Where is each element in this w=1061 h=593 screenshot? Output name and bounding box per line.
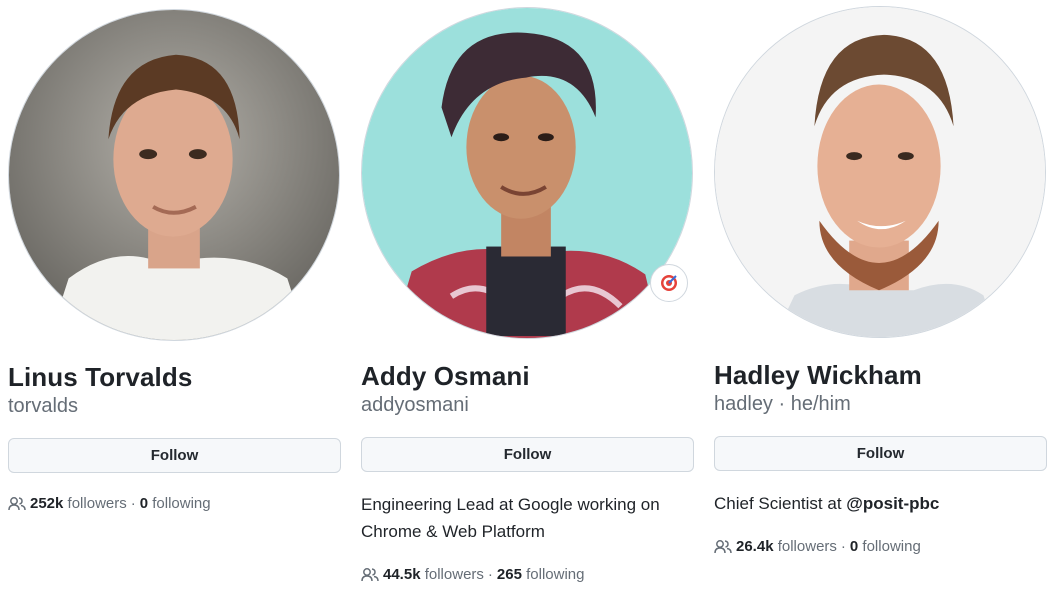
followers-link[interactable]: 44.5k followers bbox=[383, 566, 484, 583]
people-icon bbox=[8, 496, 26, 510]
profile-handle: hadley · he/him bbox=[714, 393, 851, 416]
following-count: 265 bbox=[496, 566, 522, 583]
profile-name[interactable]: Addy Osmani bbox=[361, 361, 530, 392]
following-count: 0 bbox=[849, 538, 859, 555]
pronouns: he/him bbox=[790, 393, 851, 415]
followers-count: 44.5k bbox=[383, 566, 421, 583]
following-link[interactable]: 0 following bbox=[850, 538, 921, 555]
separator: · bbox=[778, 393, 786, 415]
followers-label: followers bbox=[67, 495, 127, 512]
follow-button[interactable]: Follow bbox=[8, 438, 341, 473]
separator: · bbox=[130, 495, 136, 512]
following-label: following bbox=[526, 566, 585, 583]
profile-bio: Chief Scientist at @posit-pbc bbox=[714, 490, 1047, 517]
bio-org-link[interactable]: @posit-pbc bbox=[846, 494, 939, 513]
avatar-image bbox=[715, 7, 1045, 337]
followers-count: 252k bbox=[30, 495, 64, 512]
profile-name[interactable]: Hadley Wickham bbox=[714, 360, 922, 391]
following-label: following bbox=[862, 538, 921, 555]
profile-handle: torvalds bbox=[8, 395, 79, 417]
profile-name[interactable]: Linus Torvalds bbox=[8, 362, 192, 393]
separator: · bbox=[840, 538, 846, 555]
followers-label: followers bbox=[424, 566, 484, 583]
following-link[interactable]: 0 following bbox=[140, 495, 211, 512]
handle-text: hadley bbox=[714, 393, 773, 415]
people-icon bbox=[714, 539, 732, 553]
profile-bio: Engineering Lead at Google working on Ch… bbox=[361, 495, 660, 541]
follow-button[interactable]: Follow bbox=[361, 437, 694, 472]
following-link[interactable]: 265 following bbox=[497, 566, 585, 583]
avatar-image bbox=[9, 10, 339, 340]
following-label: following bbox=[152, 495, 211, 512]
follow-stats: 44.5k followers · 265 following bbox=[361, 566, 584, 583]
target-emoji-icon bbox=[661, 275, 677, 291]
avatar-image bbox=[362, 8, 692, 338]
followers-link[interactable]: 26.4k followers bbox=[736, 538, 837, 555]
avatar[interactable] bbox=[8, 9, 340, 341]
profile-handle: addyosmani bbox=[361, 394, 469, 416]
followers-label: followers bbox=[777, 538, 837, 555]
status-badge[interactable] bbox=[650, 264, 688, 302]
follow-stats: 26.4k followers · 0 following bbox=[714, 538, 921, 555]
separator: · bbox=[487, 566, 493, 583]
avatar[interactable] bbox=[361, 7, 693, 339]
bio-text: Chief Scientist at bbox=[714, 494, 847, 513]
people-icon bbox=[361, 567, 379, 581]
following-count: 0 bbox=[139, 495, 149, 512]
followers-count: 26.4k bbox=[736, 538, 774, 555]
followers-link[interactable]: 252k followers bbox=[30, 495, 127, 512]
avatar[interactable] bbox=[714, 6, 1046, 338]
follow-stats: 252k followers · 0 following bbox=[8, 495, 211, 512]
follow-button[interactable]: Follow bbox=[714, 436, 1047, 471]
